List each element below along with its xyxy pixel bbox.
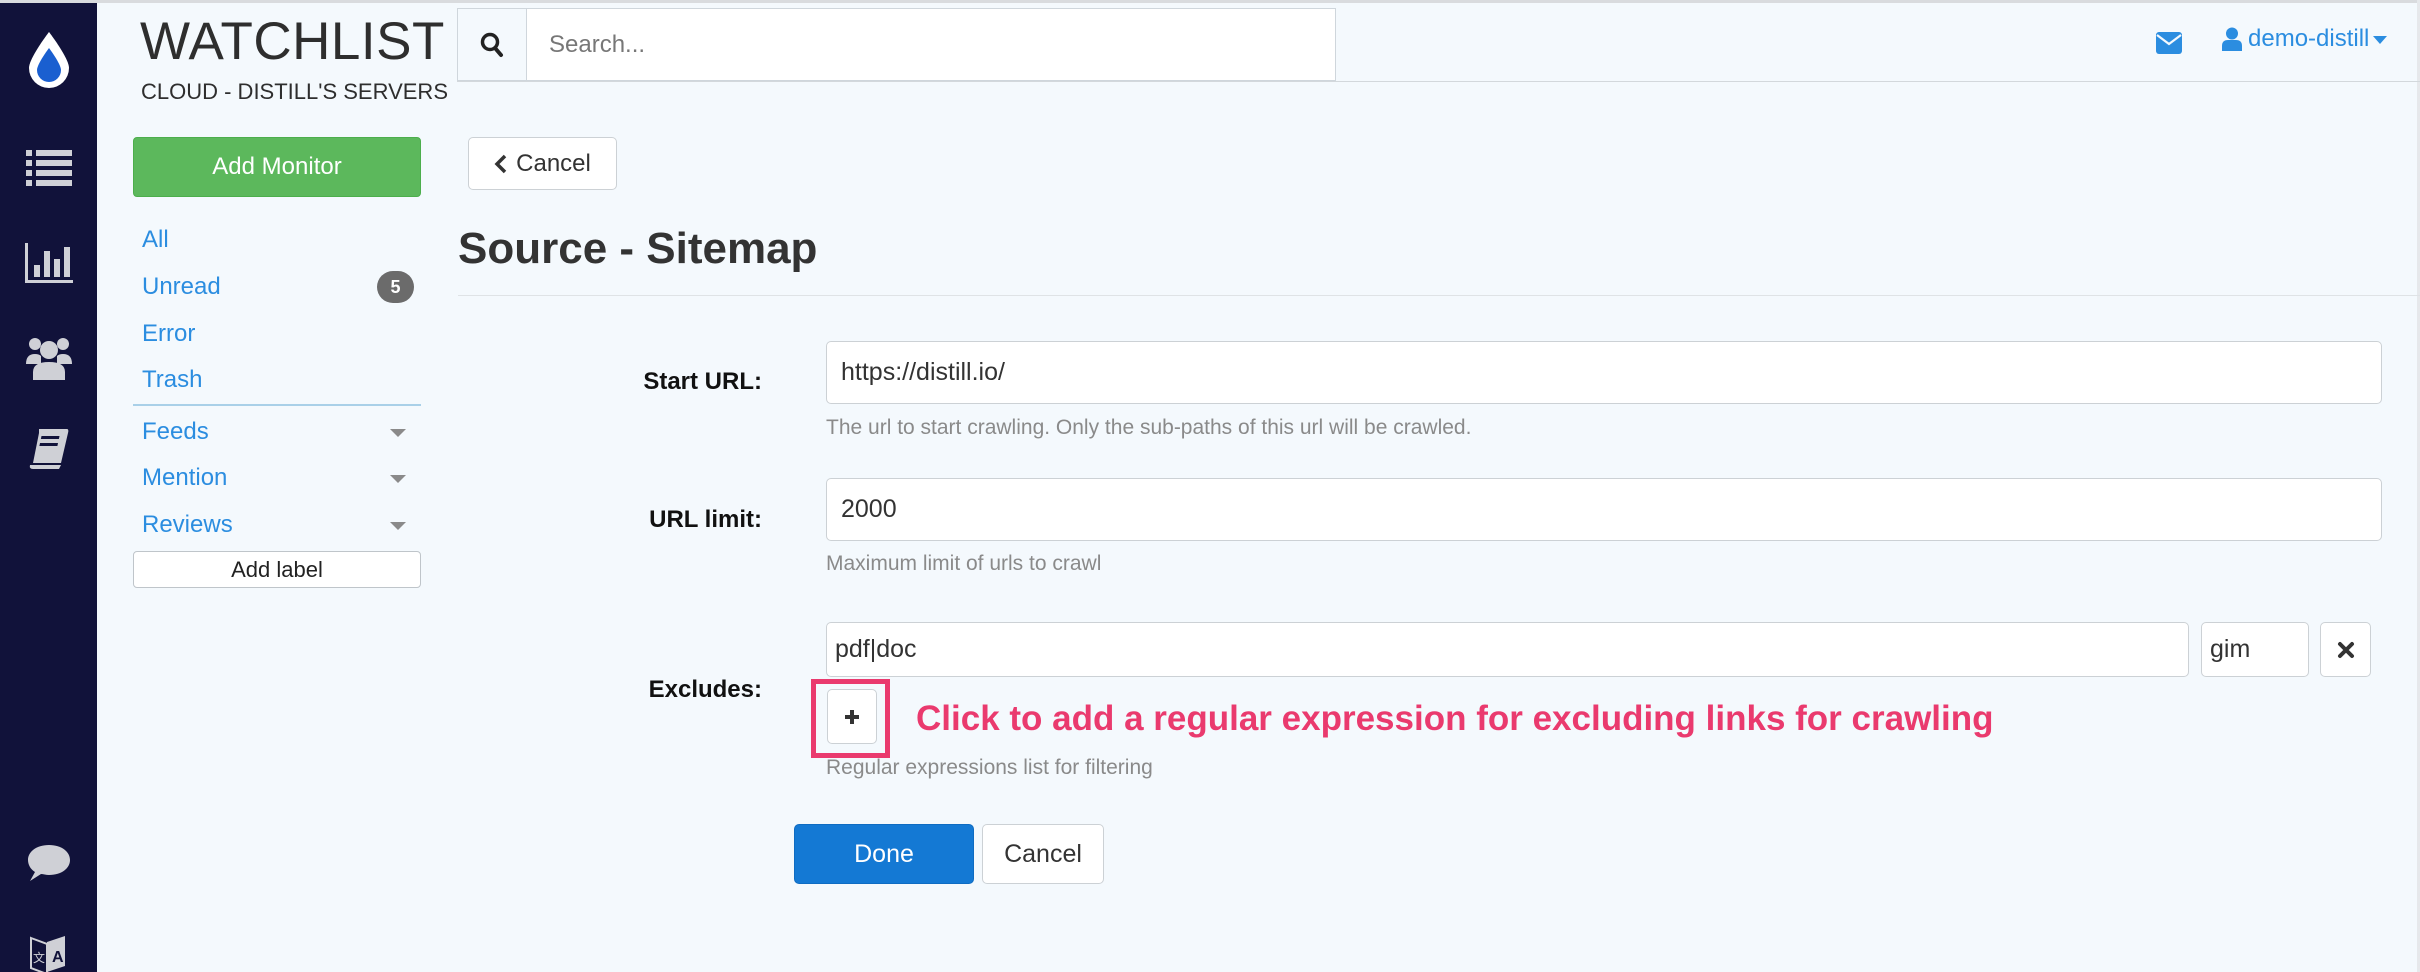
label-item-feeds[interactable]: Feeds — [142, 412, 422, 452]
search-icon[interactable] — [458, 9, 527, 80]
nav-item-error[interactable]: Error — [142, 314, 422, 354]
caret-down-icon[interactable] — [390, 475, 406, 483]
search-input[interactable] — [527, 9, 1335, 80]
excludes-label: Excludes: — [648, 676, 762, 703]
exclude-pattern-input[interactable] — [826, 622, 2189, 677]
label-item-reviews[interactable]: Reviews — [142, 505, 422, 545]
book-icon[interactable] — [0, 425, 97, 475]
page-title: Source - Sitemap — [458, 224, 818, 273]
nav-divider — [133, 404, 421, 406]
bar-chart-icon[interactable] — [0, 238, 97, 288]
nav-item-all[interactable]: All — [142, 220, 422, 260]
add-exclude-button[interactable] — [827, 689, 877, 744]
url-limit-help: Maximum limit of urls to crawl — [826, 552, 1102, 575]
distill-logo-icon[interactable] — [0, 25, 97, 95]
add-monitor-button[interactable]: Add Monitor — [133, 137, 421, 197]
envelope-icon[interactable] — [2156, 32, 2182, 59]
start-url-input[interactable] — [826, 341, 2382, 404]
done-button[interactable]: Done — [794, 824, 974, 884]
label-item-label: Mention — [142, 464, 228, 491]
back-cancel-button[interactable]: Cancel — [468, 137, 617, 190]
caret-down-icon[interactable] — [390, 429, 406, 437]
close-icon — [2337, 641, 2354, 658]
back-cancel-label: Cancel — [516, 149, 591, 177]
user-name: demo-distill — [2248, 25, 2370, 52]
plus-icon — [845, 709, 859, 724]
exclude-flags-input[interactable] — [2201, 622, 2309, 677]
app-subtitle: CLOUD - DISTILL'S SERVERS — [141, 79, 448, 104]
list-icon[interactable] — [0, 143, 97, 193]
icon-rail: A 文 — [0, 3, 97, 972]
excludes-help: Regular expressions list for filtering — [826, 756, 1153, 779]
caret-down-icon[interactable] — [390, 522, 406, 530]
url-limit-input[interactable] — [826, 478, 2382, 541]
nav-item-trash[interactable]: Trash — [142, 360, 422, 400]
label-item-label: Feeds — [142, 418, 209, 445]
app-title: WATCHLIST — [140, 12, 445, 71]
nav-item-label: Error — [142, 320, 196, 347]
label-item-mention[interactable]: Mention — [142, 458, 422, 498]
user-menu[interactable]: demo-distill — [2222, 25, 2388, 53]
svg-text:A: A — [52, 949, 64, 966]
cancel-button[interactable]: Cancel — [982, 824, 1104, 884]
annotation-text: Click to add a regular expression for ex… — [916, 699, 1994, 738]
search-bar — [457, 8, 1336, 81]
nav-item-label: Unread — [142, 273, 221, 300]
chevron-left-icon — [494, 154, 507, 173]
nav-item-label: All — [142, 226, 169, 253]
svg-text:文: 文 — [33, 950, 45, 965]
chevron-down-icon — [2373, 36, 2388, 44]
nav-item-label: Trash — [142, 366, 203, 393]
user-icon — [2222, 27, 2242, 51]
title-divider — [458, 295, 2420, 296]
header-divider — [457, 81, 2420, 82]
url-limit-label: URL limit: — [649, 506, 762, 533]
label-item-label: Reviews — [142, 511, 233, 538]
users-icon[interactable] — [0, 333, 97, 383]
nav-item-unread[interactable]: Unread 5 — [142, 267, 422, 307]
unread-count-badge: 5 — [377, 271, 414, 303]
translate-icon[interactable]: A 文 — [0, 928, 97, 972]
add-label-button[interactable]: Add label — [133, 551, 421, 588]
chat-icon[interactable] — [0, 838, 97, 888]
start-url-help: The url to start crawling. Only the sub-… — [826, 416, 1472, 439]
top-border — [0, 0, 2420, 3]
remove-exclude-button[interactable] — [2320, 622, 2371, 677]
start-url-label: Start URL: — [643, 368, 762, 395]
